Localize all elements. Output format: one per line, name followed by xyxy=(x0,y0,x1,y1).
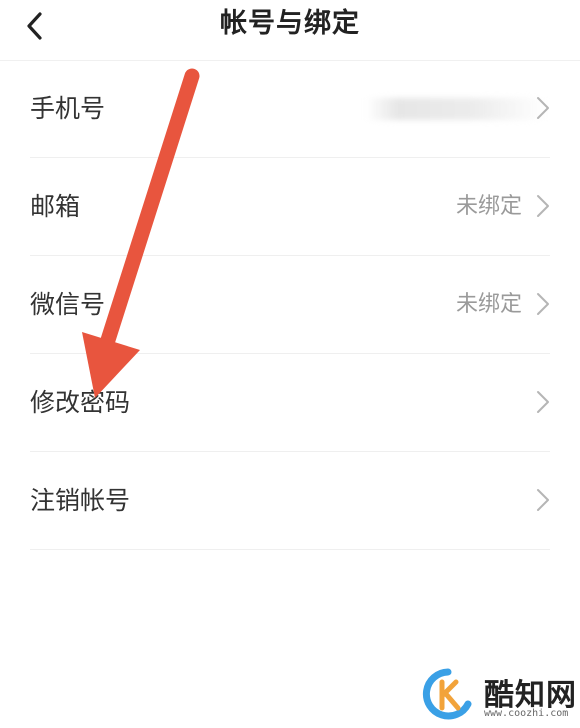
chevron-right-icon xyxy=(537,489,549,511)
chevron-right-icon xyxy=(537,293,549,315)
row-email[interactable]: 邮箱 未绑定 xyxy=(30,158,550,256)
settings-list: 手机号 邮箱 未绑定 微信号 未绑定 修改密码 注销帐号 xyxy=(0,60,580,550)
coozhi-logo-icon xyxy=(422,668,472,720)
row-change-password[interactable]: 修改密码 xyxy=(30,354,550,452)
chevron-right-icon xyxy=(537,391,549,413)
watermark-url: www.coozhi.com xyxy=(484,708,569,719)
chevron-right-icon xyxy=(537,97,549,119)
row-value: 未绑定 xyxy=(455,194,522,219)
row-phone[interactable]: 手机号 xyxy=(30,60,550,158)
row-label: 邮箱 xyxy=(30,192,81,221)
redacted-phone-value xyxy=(366,98,546,120)
nav-header: 帐号与绑定 xyxy=(0,0,580,61)
row-label: 注销帐号 xyxy=(30,486,131,515)
row-delete-account[interactable]: 注销帐号 xyxy=(30,452,550,550)
watermark: 酷知网 www.coozhi.com xyxy=(418,664,580,728)
chevron-right-icon xyxy=(537,195,549,217)
row-label: 手机号 xyxy=(30,94,106,123)
page-title: 帐号与绑定 xyxy=(220,8,360,39)
row-value: 未绑定 xyxy=(455,292,522,317)
row-wechat[interactable]: 微信号 未绑定 xyxy=(30,256,550,354)
row-label: 修改密码 xyxy=(30,388,131,417)
row-label: 微信号 xyxy=(30,290,106,319)
